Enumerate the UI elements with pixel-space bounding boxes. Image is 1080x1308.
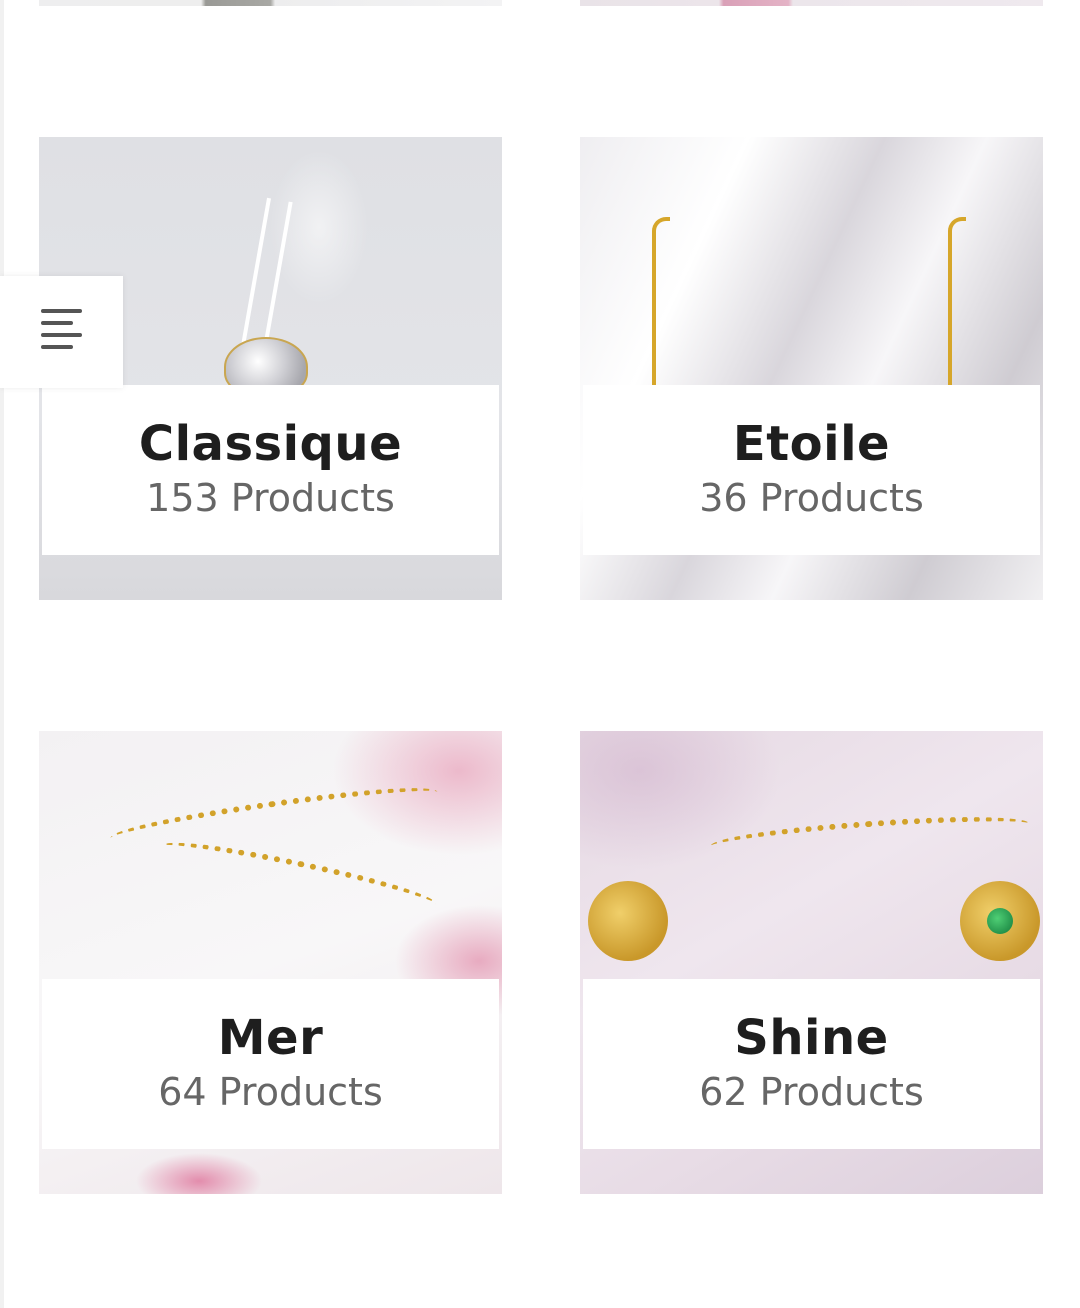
- category-label: Shine 62 Products: [583, 979, 1040, 1149]
- category-name: Shine: [734, 1010, 889, 1066]
- category-label: Mer 64 Products: [42, 979, 499, 1149]
- category-label: Classique 153 Products: [42, 385, 499, 555]
- category-product-count: 64 Products: [158, 1070, 383, 1114]
- category-product-count: 62 Products: [699, 1070, 924, 1114]
- chain-shape: [709, 809, 1031, 861]
- earring-hook-shape: [948, 217, 966, 391]
- category-tile-etoile[interactable]: Etoile 36 Products: [580, 137, 1043, 600]
- category-name: Mer: [217, 1010, 324, 1066]
- chain-shape: [108, 778, 440, 852]
- earring-hook-shape: [652, 217, 670, 391]
- category-tile-mer[interactable]: Mer 64 Products: [39, 731, 502, 1194]
- menu-button[interactable]: [0, 276, 123, 388]
- page-edge: [0, 0, 4, 1308]
- category-page: Classique 153 Products Etoile 36 Product…: [0, 0, 1080, 1308]
- hair-pin-shape: [241, 197, 271, 347]
- category-name: Classique: [138, 416, 403, 472]
- category-tile-partial-right[interactable]: [580, 0, 1043, 6]
- category-tile-partial-left[interactable]: [39, 0, 502, 6]
- chain-shape: [159, 832, 439, 918]
- category-name: Etoile: [732, 416, 891, 472]
- category-label: Etoile 36 Products: [583, 385, 1040, 555]
- category-product-count: 36 Products: [699, 476, 924, 520]
- category-product-count: 153 Products: [146, 476, 395, 520]
- charm-coin-shape: [588, 881, 668, 961]
- green-stone-shape: [987, 908, 1013, 934]
- category-tile-shine[interactable]: Shine 62 Products: [580, 731, 1043, 1194]
